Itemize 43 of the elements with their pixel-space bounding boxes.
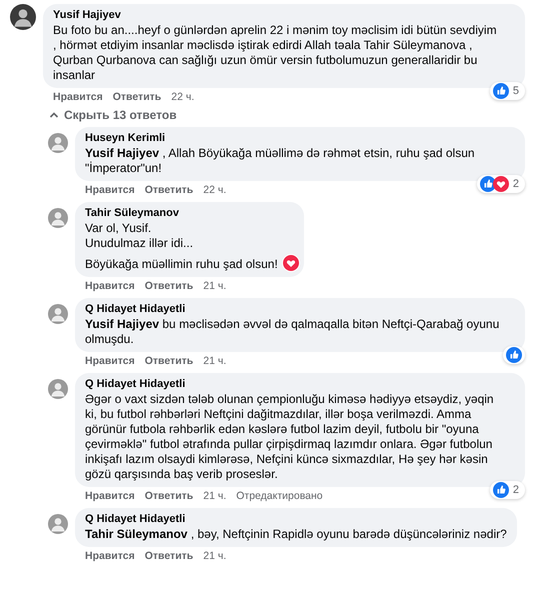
thumbs-up-icon — [506, 347, 522, 363]
timestamp[interactable]: 21 ч. — [203, 550, 226, 563]
author-name[interactable]: Huseyn Kerimli — [85, 131, 503, 146]
timestamp[interactable]: 22 ч. — [171, 91, 194, 104]
comment-text: Əgər o vaxt sizdən tələb olunan çempionluğu kiməsə hədiyyə etsəydiz, yəqin ki, bu futbol rəhbərləri Neftçini dağitmazdılar, illər boşa verilməzdi. Amma görünür futbola rəhbərlik edən kəslərə futbol lazim deyil, futbolu bir "oyuna çevirməklə" futbol ətrafında pullar çirpişdirmaq lazımdır onlara. Əgər futbolun inkişafı lazım olsaydi kimlərəsə, Nefçini küncə sixmazdılar, Hə şey hər kəsin gözü qarşısında baş verib proseslər. — [85, 392, 495, 482]
thumbs-up-icon — [492, 83, 509, 99]
thumbs-up-icon — [492, 482, 509, 498]
reaction-count[interactable] — [503, 346, 525, 364]
author-name[interactable]: Q Hidayet Hidayetli — [85, 302, 503, 317]
comment-text: Yusif Hajiyev bu məclisədən əvvəl də qalmaqalla bitən Neftçi-Qarabağ oyunu olmuşdu. — [85, 317, 500, 347]
reply-link[interactable]: Ответить — [144, 280, 194, 293]
like-link[interactable]: Нравится — [53, 91, 103, 104]
author-name[interactable]: Yusif Hajiyev — [53, 8, 503, 23]
reply-link[interactable]: Ответить — [144, 355, 194, 368]
comment-text: Böyükağa müəllimin ruhu şad olsun! — [85, 257, 278, 272]
like-link[interactable]: Нравится — [85, 280, 135, 293]
reaction-count[interactable]: 2 — [490, 481, 525, 499]
comment-text: Var ol, Yusif. Unudulmaz illər idi... — [85, 221, 194, 251]
reaction-count[interactable]: 2 — [476, 175, 525, 193]
like-link[interactable]: Нравится — [85, 550, 135, 563]
comment-text: Tahir Süleymanov , bəy, Neftçinin Rapidlə oyunu barədə düşüncələriniz nədir? — [85, 527, 507, 542]
comment-text: Yusif Hajiyev , Allah Böyükağa müəllimə də rəhmət etsin, ruhu şad olsun "İmperator"un! — [85, 146, 476, 176]
like-link[interactable]: Нравится — [85, 355, 135, 368]
chevron-up-icon — [49, 110, 59, 120]
author-name[interactable]: Tahir Süleymanov — [85, 206, 278, 221]
thumbs-up-icon — [480, 176, 496, 192]
reply-link[interactable]: Ответить — [144, 490, 194, 503]
author-name[interactable]: Q Hidayet Hidayetli — [85, 377, 503, 392]
like-link[interactable]: Нравится — [85, 490, 135, 503]
reply-link[interactable]: Ответить — [144, 550, 194, 563]
avatar[interactable] — [10, 4, 36, 30]
author-name[interactable]: Q Hidayet Hidayetli — [85, 512, 507, 527]
hide-replies-link[interactable]: Скрыть 13 ответов — [43, 108, 177, 122]
like-link[interactable]: Нравится — [85, 184, 135, 197]
timestamp[interactable]: 22 ч. — [203, 184, 226, 197]
timestamp[interactable]: 21 ч. — [203, 280, 226, 293]
reply-link[interactable]: Ответить — [144, 184, 194, 197]
reaction-count[interactable]: 5 — [490, 82, 525, 100]
timestamp[interactable]: 21 ч. — [203, 355, 226, 368]
edited-label: Отредактировано — [236, 490, 323, 503]
reply-link[interactable]: Ответить — [112, 91, 162, 104]
timestamp[interactable]: 21 ч. — [203, 490, 226, 503]
comment-text: Bu foto bu an....heyf o günlərdən aprelin 22 i mənim toy məclisim idi bütün sevdiyim , hörmət etdiyim insanlar məclisdə iştirak edirdi Allah təala Tahir Süleymanova , Qurban Qurbanova can sağlığı uzun ömür versin futbolumuzun generallaridir bu insanlar — [53, 23, 498, 83]
